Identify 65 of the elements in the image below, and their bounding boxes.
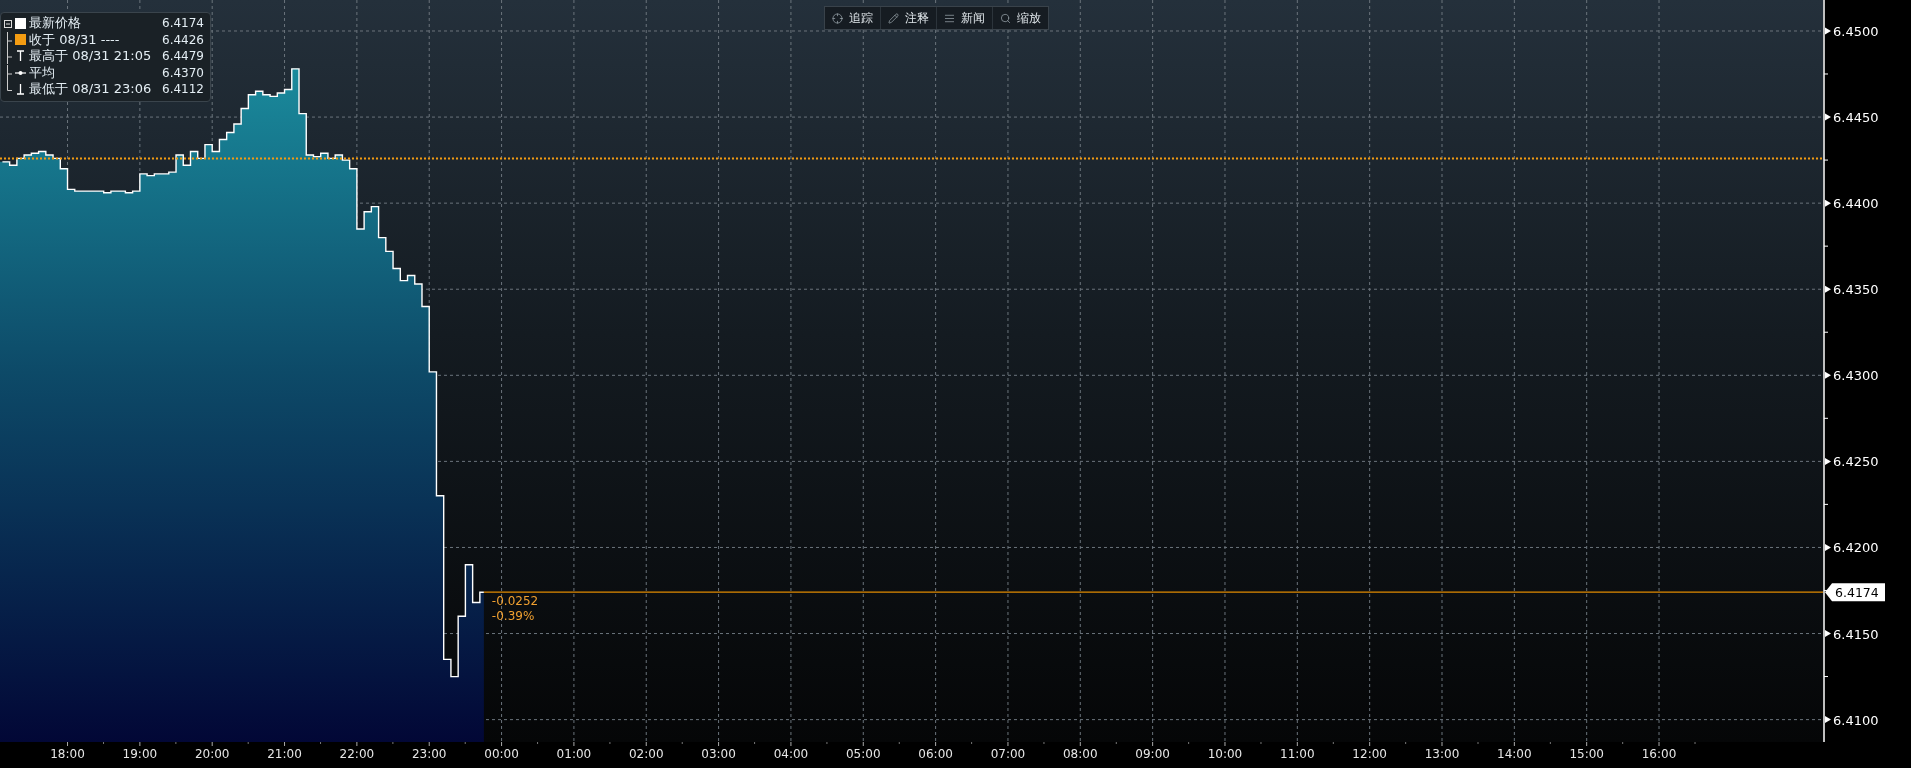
low-marker-icon — [15, 83, 26, 96]
x-tick-label: 15:00 — [1569, 747, 1604, 761]
y-tick-label: 6.4100 — [1833, 712, 1879, 728]
legend-label: 收于 08/31 ---- — [29, 30, 120, 49]
legend-label: 最新价格 — [29, 14, 81, 33]
tick-marker-icon — [1825, 457, 1831, 465]
x-tick-label: 20:00 — [194, 747, 230, 761]
y-tick-label: 6.4150 — [1833, 626, 1879, 642]
x-tick-label: 02:00 — [628, 747, 664, 761]
x-tick-label: 11:00 — [1280, 747, 1315, 761]
x-tick-label: 03:00 — [701, 747, 736, 761]
crosshair-icon — [832, 12, 843, 24]
price-tag: 6.4174 — [1825, 583, 1885, 602]
x-tick-label: 13:00 — [1424, 747, 1460, 761]
legend-value: 6.4426 — [161, 32, 204, 47]
x-tick-label: 21:00 — [267, 747, 302, 761]
legend-value: 6.4370 — [161, 65, 204, 80]
tick-marker-icon — [1825, 630, 1831, 638]
x-tick-label: 12:00 — [1352, 747, 1387, 761]
toolbar-button[interactable]: 追踪 — [825, 7, 881, 29]
high-marker-icon — [15, 50, 26, 63]
y-tick-label: 6.4300 — [1833, 368, 1879, 384]
legend-value: 6.4112 — [161, 82, 204, 97]
x-tick-label: 18:00 — [50, 747, 85, 761]
tick-marker-icon — [1825, 199, 1831, 207]
x-tick-label: 09:00 — [1135, 747, 1170, 761]
y-tick-label: 6.4350 — [1833, 282, 1879, 298]
y-tick-label: 6.4400 — [1833, 196, 1879, 212]
x-tick-label: 14:00 — [1497, 747, 1532, 761]
x-tick-label: 01:00 — [556, 747, 592, 761]
lines-icon — [944, 12, 955, 24]
legend-label: 最高于 08/31 21:05 — [29, 47, 152, 66]
x-tick-label: 16:00 — [1641, 747, 1677, 761]
y-tick-label: 6.4500 — [1833, 24, 1879, 39]
change-percent: -0.39% — [491, 609, 535, 624]
legend-value: 6.4479 — [161, 49, 204, 64]
x-tick-label: 04:00 — [773, 747, 809, 761]
toolbar-button[interactable]: 注释 — [881, 7, 937, 29]
x-tick-label: 19:00 — [122, 747, 158, 761]
x-tick-label: 00:00 — [484, 747, 519, 761]
tick-marker-icon — [1825, 285, 1831, 293]
x-tick-label: 08:00 — [1063, 747, 1098, 761]
x-tick-label: 22:00 — [339, 747, 375, 761]
tick-marker-icon — [1825, 113, 1831, 121]
tick-marker-icon — [1825, 27, 1831, 35]
legend-label: 平均 — [29, 63, 55, 82]
x-tick-label: 05:00 — [846, 747, 881, 761]
tick-marker-icon — [1825, 543, 1831, 551]
collapse-icon[interactable] — [4, 18, 12, 28]
x-tick-label: 23:00 — [411, 747, 447, 761]
legend-label: 最低于 08/31 23:06 — [29, 80, 152, 99]
x-tick-label: 06:00 — [918, 747, 953, 761]
x-tick-label: 07:00 — [990, 747, 1026, 761]
y-tick-label: 6.4250 — [1833, 454, 1879, 470]
y-tick-label: 6.4450 — [1833, 110, 1879, 126]
y-tick-label: 6.4200 — [1833, 540, 1879, 556]
change-value: -0.0252 — [491, 594, 539, 609]
x-tick-label: 10:00 — [1207, 747, 1243, 761]
toolbar-button[interactable]: 新闻 — [937, 7, 993, 29]
tick-marker-icon — [1825, 716, 1831, 724]
legend-value: 6.4174 — [161, 16, 204, 31]
toolbar-button[interactable]: 缩放 — [993, 7, 1048, 29]
tick-marker-icon — [1825, 371, 1831, 379]
search-icon — [1000, 12, 1011, 24]
pencil-icon — [888, 12, 899, 24]
